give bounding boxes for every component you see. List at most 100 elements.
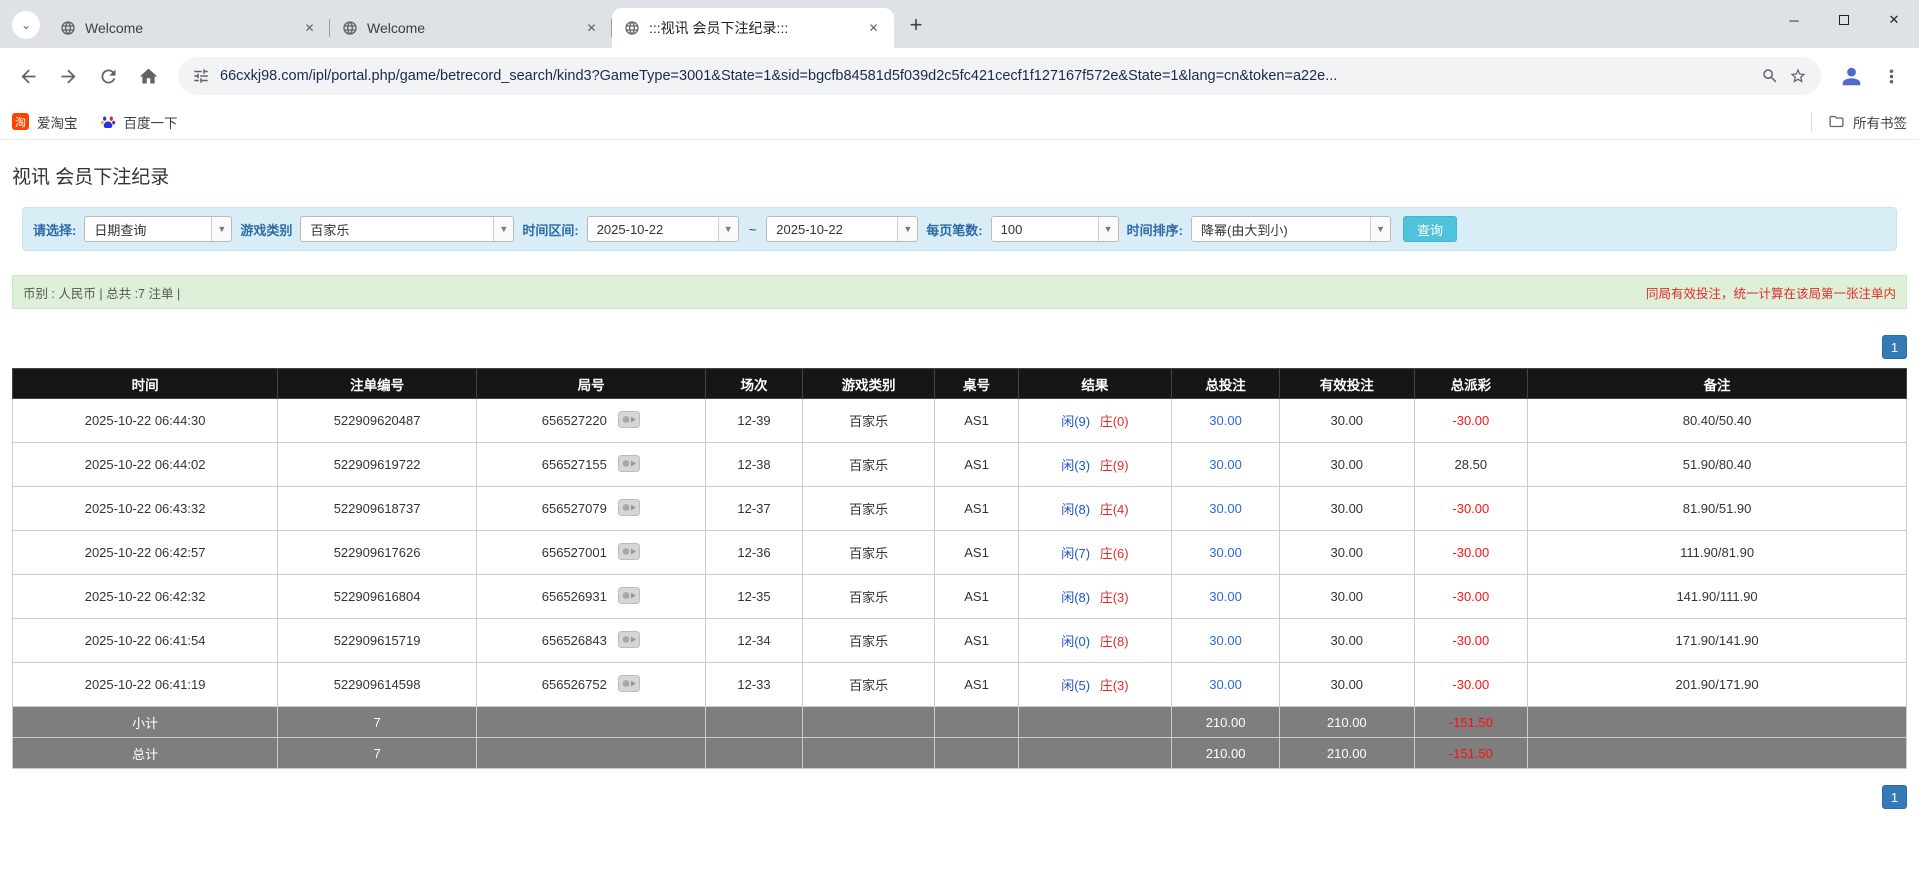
cell-remark: 111.90/81.90 bbox=[1527, 530, 1907, 575]
cell-valid-bet: 30.00 bbox=[1279, 618, 1415, 663]
replay-thumbnail-icon[interactable] bbox=[618, 410, 641, 431]
replay-thumbnail-icon[interactable] bbox=[618, 454, 641, 475]
profile-icon[interactable] bbox=[1833, 58, 1869, 94]
result-banker: 庄(6) bbox=[1099, 546, 1129, 561]
forward-icon[interactable] bbox=[50, 58, 86, 94]
taobao-icon: 淘 bbox=[12, 113, 29, 130]
url-input[interactable]: 66cxkj98.com/ipl/portal.php/game/betreco… bbox=[220, 68, 1751, 84]
cell-table-no: AS1 bbox=[934, 530, 1019, 575]
replay-thumbnail-icon[interactable] bbox=[618, 586, 641, 607]
bet-records-table: 时间 注单编号 局号 场次 游戏类别 桌号 结果 总投注 有效投注 总派彩 备注 2025-10-2… bbox=[11, 368, 1907, 769]
pagination-page-1[interactable]: 1 bbox=[1882, 335, 1907, 359]
pagination-page-1[interactable]: 1 bbox=[1882, 785, 1907, 809]
new-tab-button[interactable]: + bbox=[902, 11, 930, 39]
back-icon[interactable] bbox=[10, 58, 46, 94]
cell-bet-id: 522909620487 bbox=[277, 398, 478, 443]
cell-table-no: AS1 bbox=[934, 486, 1019, 531]
cell-result: 闲(0) 庄(8) bbox=[1017, 618, 1173, 663]
replay-thumbnail-icon[interactable] bbox=[618, 630, 641, 651]
chevron-down-icon: ▼ bbox=[1369, 217, 1390, 241]
minimize-button[interactable]: ─ bbox=[1769, 0, 1819, 40]
cell-table-no: AS1 bbox=[934, 662, 1019, 707]
replay-thumbnail-icon[interactable] bbox=[618, 542, 641, 563]
replay-thumbnail-icon[interactable] bbox=[618, 674, 641, 695]
result-player: 闲(0) bbox=[1061, 634, 1091, 649]
column-header: 结果 bbox=[1017, 368, 1173, 399]
query-button[interactable]: 查询 bbox=[1402, 216, 1457, 242]
cell-time: 2025-10-22 06:44:30 bbox=[11, 398, 279, 443]
cell-total-bet[interactable]: 30.00 bbox=[1171, 618, 1281, 663]
url-bar[interactable]: 66cxkj98.com/ipl/portal.php/game/betreco… bbox=[178, 57, 1821, 95]
cell-session: 12-38 bbox=[705, 442, 803, 487]
tab-welcome-1[interactable]: Welcome ✕ bbox=[48, 8, 330, 48]
tab-bar: ⌄ Welcome ✕ Welcome ✕ :::视讯 会员下注纪录::: ✕ … bbox=[0, 0, 1919, 48]
window-controls: ─ ✕ bbox=[1769, 0, 1919, 40]
replay-thumbnail-icon[interactable] bbox=[618, 498, 641, 519]
cell-total-bet[interactable]: 30.00 bbox=[1171, 398, 1281, 443]
maximize-button[interactable] bbox=[1819, 0, 1869, 40]
date-to-select[interactable]: 2025-10-22 ▼ bbox=[766, 216, 919, 242]
subtotal-row: 小计 7 210.00 210.00 -151.50 bbox=[11, 706, 1907, 738]
site-settings-icon[interactable] bbox=[192, 67, 210, 85]
round-number: 656527001 bbox=[541, 544, 607, 560]
reload-icon[interactable] bbox=[90, 58, 126, 94]
cell-result: 闲(8) 庄(3) bbox=[1017, 574, 1173, 619]
result-banker: 庄(3) bbox=[1099, 590, 1129, 605]
bookmark-baidu[interactable]: 百度一下 bbox=[100, 112, 178, 132]
cell-total-bet[interactable]: 30.00 bbox=[1171, 662, 1281, 707]
column-header: 场次 bbox=[705, 368, 803, 399]
round-number: 656526931 bbox=[541, 588, 607, 604]
cell-time: 2025-10-22 06:42:32 bbox=[11, 574, 279, 619]
home-icon[interactable] bbox=[130, 58, 166, 94]
cell-valid-bet: 30.00 bbox=[1279, 486, 1415, 531]
date-from-select[interactable]: 2025-10-22 ▼ bbox=[586, 216, 739, 242]
menu-icon[interactable] bbox=[1873, 58, 1909, 94]
cell-total-bet[interactable]: 30.00 bbox=[1171, 442, 1281, 487]
cell-bet-id: 522909616804 bbox=[277, 574, 478, 619]
cell-payout: -30.00 bbox=[1413, 530, 1529, 575]
page-size-select[interactable]: 100 ▼ bbox=[990, 216, 1119, 242]
cell-round: 656526843 bbox=[476, 618, 707, 663]
game-type-select[interactable]: 百家乐 ▼ bbox=[300, 216, 515, 242]
date-range-tilde: ~ bbox=[748, 221, 757, 237]
cell-bet-id: 522909614598 bbox=[277, 662, 478, 707]
tab-welcome-2[interactable]: Welcome ✕ bbox=[330, 8, 612, 48]
bookmark-taobao[interactable]: 淘 爱淘宝 bbox=[12, 112, 78, 132]
table-row: 2025-10-22 06:44:30 522909620487 6565272… bbox=[11, 398, 1907, 443]
all-bookmarks-button[interactable]: 所有书签 bbox=[1811, 111, 1907, 132]
tab-betrecord[interactable]: :::视讯 会员下注纪录::: ✕ bbox=[612, 8, 894, 48]
tab-close-icon[interactable]: ✕ bbox=[301, 20, 318, 37]
page-size-label: 每页笔数: bbox=[926, 222, 983, 238]
browser-window: ⌄ Welcome ✕ Welcome ✕ :::视讯 会员下注纪录::: ✕ … bbox=[0, 0, 1919, 809]
cell-total-bet[interactable]: 30.00 bbox=[1171, 486, 1281, 531]
cell-total-bet[interactable]: 30.00 bbox=[1171, 530, 1281, 575]
cell-total-bet[interactable]: 30.00 bbox=[1171, 574, 1281, 619]
cell-valid-bet: 30.00 bbox=[1279, 662, 1415, 707]
total-total-bet: 210.00 bbox=[1171, 737, 1281, 769]
query-type-select[interactable]: 日期查询 ▼ bbox=[84, 216, 233, 242]
tab-title: :::视讯 会员下注纪录::: bbox=[649, 20, 789, 36]
game-type-label: 游戏类别 bbox=[240, 222, 293, 238]
bookmarks-bar: 淘 爱淘宝 百度一下 所有书签 bbox=[0, 104, 1919, 140]
cell-remark: 141.90/111.90 bbox=[1527, 574, 1907, 619]
cell-session: 12-33 bbox=[705, 662, 803, 707]
total-label: 总计 bbox=[11, 737, 279, 769]
tab-close-icon[interactable]: ✕ bbox=[865, 20, 882, 37]
cell-table-no: AS1 bbox=[934, 442, 1019, 487]
result-banker: 庄(9) bbox=[1099, 458, 1129, 473]
column-header: 桌号 bbox=[934, 368, 1019, 399]
tab-search-button[interactable]: ⌄ bbox=[12, 11, 40, 39]
globe-icon bbox=[60, 20, 76, 36]
sort-select[interactable]: 降幂(由大到小) ▼ bbox=[1190, 216, 1391, 242]
chevron-down-icon: ▼ bbox=[493, 217, 514, 241]
cell-bet-id: 522909619722 bbox=[277, 442, 478, 487]
column-header: 总投注 bbox=[1171, 368, 1281, 399]
round-number: 656527079 bbox=[541, 500, 607, 516]
tab-close-icon[interactable]: ✕ bbox=[583, 20, 600, 37]
zoom-icon[interactable] bbox=[1761, 67, 1779, 85]
close-button[interactable]: ✕ bbox=[1869, 0, 1919, 40]
cell-session: 12-36 bbox=[705, 530, 803, 575]
cell-round: 656527001 bbox=[476, 530, 707, 575]
cell-payout: -30.00 bbox=[1413, 574, 1529, 619]
bookmark-star-icon[interactable] bbox=[1789, 67, 1807, 85]
